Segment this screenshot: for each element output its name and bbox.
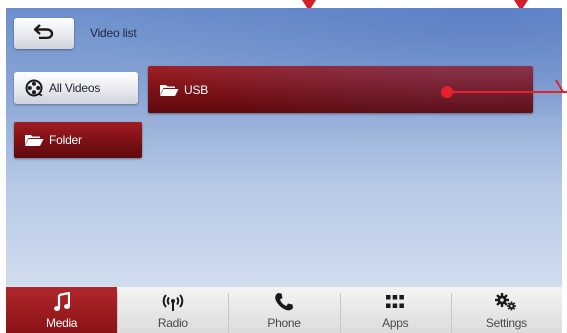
callout-dot: [441, 86, 453, 98]
callout-line: [451, 91, 567, 93]
nav-label-phone: Phone: [267, 316, 301, 330]
music-note-icon: [53, 291, 70, 313]
page-title: Video list: [90, 26, 137, 40]
nav-item-settings[interactable]: Settings: [450, 287, 562, 333]
film-reel-icon: [25, 79, 43, 97]
nav-item-media[interactable]: Media: [6, 287, 118, 333]
folder-button[interactable]: Folder: [14, 122, 142, 158]
all-videos-button[interactable]: All Videos: [14, 72, 138, 104]
nav-label-media: Media: [46, 316, 78, 330]
nav-label-apps: Apps: [382, 316, 409, 330]
bottom-navigation: Media Radio Phone Apps Settings: [6, 287, 562, 333]
video-list-screen: Video list All Videos USB Folder Media R…: [6, 8, 562, 333]
back-arrow-icon: [33, 23, 55, 44]
apps-grid-icon: [385, 291, 405, 313]
phone-icon: [274, 291, 294, 313]
nav-item-radio[interactable]: Radio: [117, 287, 228, 333]
back-button[interactable]: [14, 18, 74, 49]
folder-label: Folder: [49, 133, 82, 147]
nav-item-phone[interactable]: Phone: [228, 287, 339, 333]
nav-label-settings: Settings: [485, 316, 527, 330]
nav-item-apps[interactable]: Apps: [339, 287, 451, 333]
folder-open-icon: [24, 133, 44, 147]
nav-label-radio: Radio: [157, 316, 188, 330]
folder-open-icon: [159, 83, 179, 97]
radio-signal-icon: [161, 291, 185, 313]
usb-label: USB: [184, 82, 209, 97]
gear-icon: [494, 291, 518, 313]
all-videos-label: All Videos: [49, 81, 101, 95]
usb-button[interactable]: USB: [148, 66, 533, 113]
